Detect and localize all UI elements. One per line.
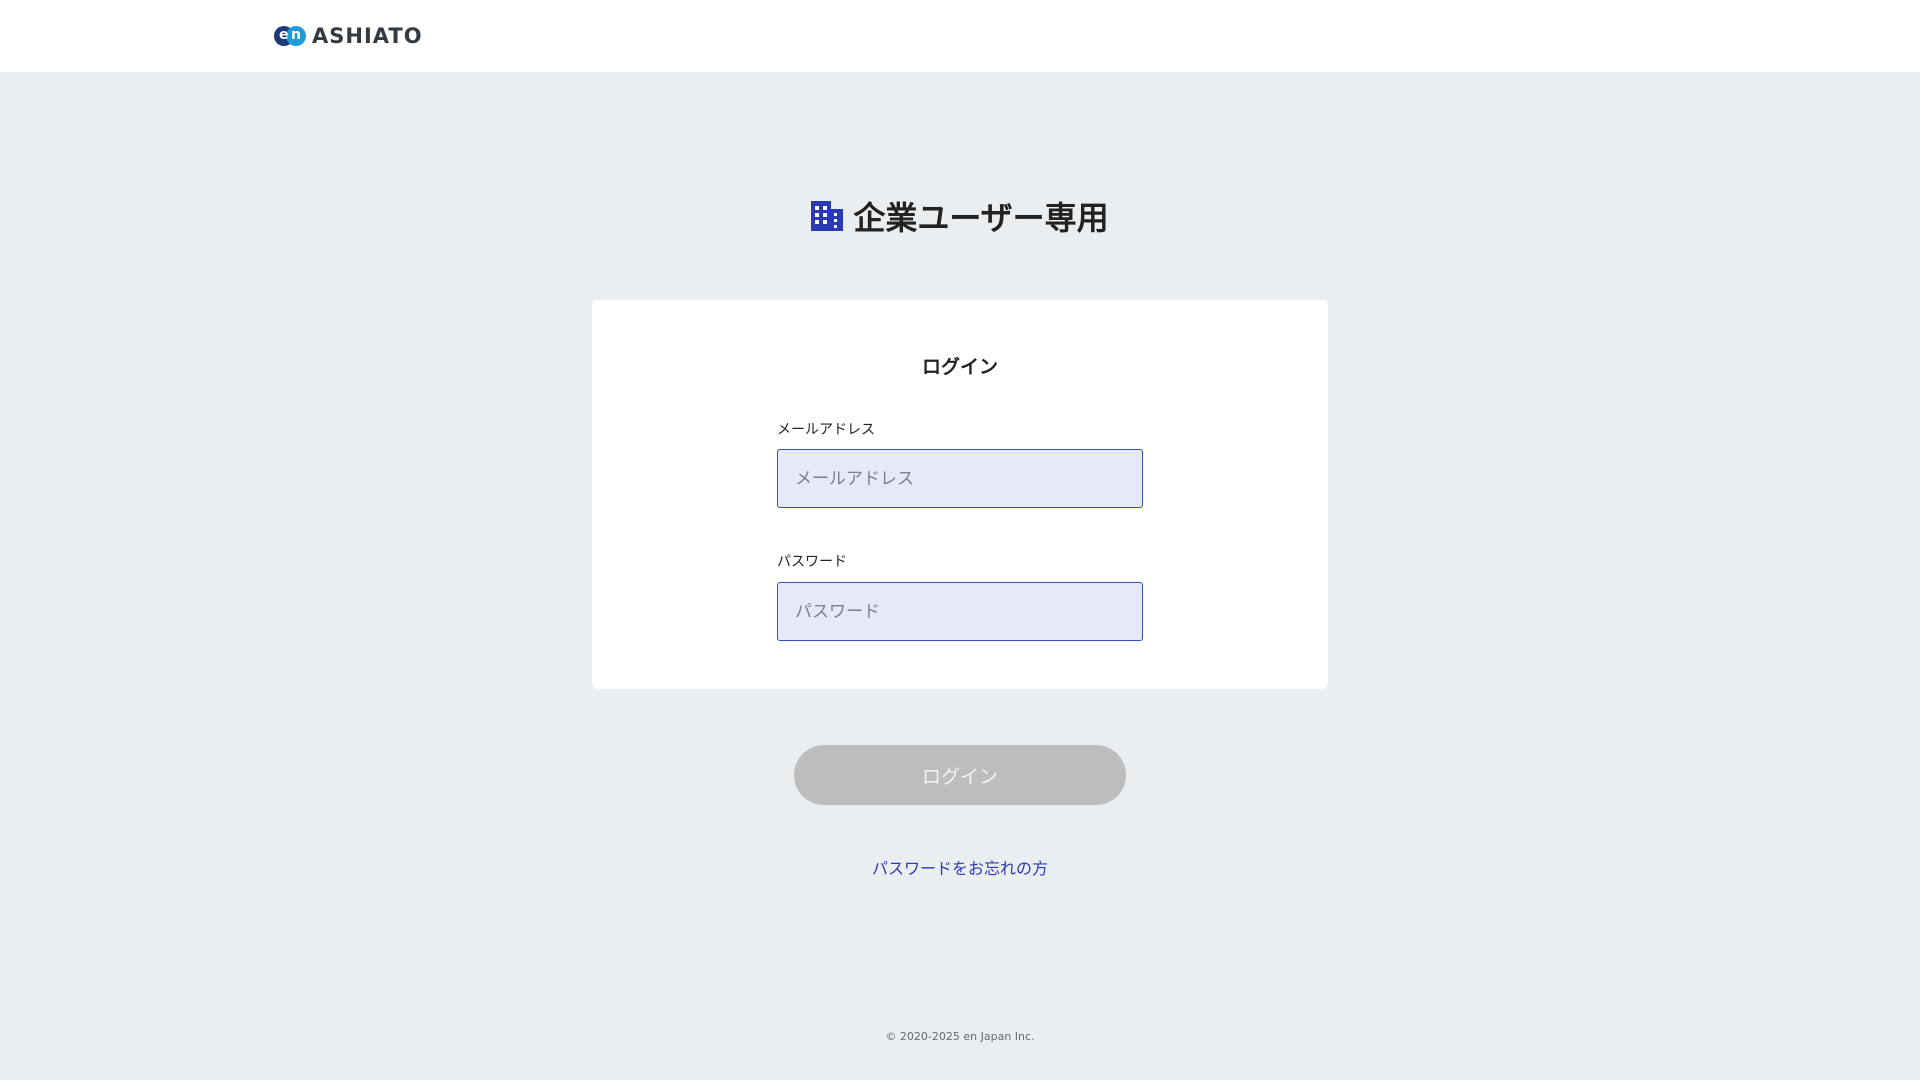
email-label: メールアドレス [777, 422, 875, 438]
logo-mark-letter-n: n [291, 27, 301, 43]
login-card-title: ログイン [921, 356, 998, 378]
site-header: e n ASHIATO [0, 0, 1920, 72]
forgot-password-link[interactable]: パスワードをお忘れの方 [0, 855, 1920, 879]
en-logo-mark: e n [274, 26, 306, 46]
page-title: 企業ユーザー専用 [853, 199, 1109, 237]
password-label: パスワード [777, 554, 847, 570]
email-input[interactable] [777, 449, 1143, 508]
logo-mark-letter-e: e [279, 27, 289, 43]
ashiato-logo[interactable]: e n ASHIATO [274, 22, 423, 50]
password-input[interactable] [777, 582, 1143, 641]
page-title-row: 企業ユーザー専用 [0, 192, 1920, 240]
login-button[interactable]: ログイン [794, 745, 1126, 805]
logo-text: ASHIATO [312, 24, 423, 48]
building-icon [811, 201, 844, 231]
copyright-text: © 2020-2025 en Japan Inc. [885, 1030, 1035, 1043]
